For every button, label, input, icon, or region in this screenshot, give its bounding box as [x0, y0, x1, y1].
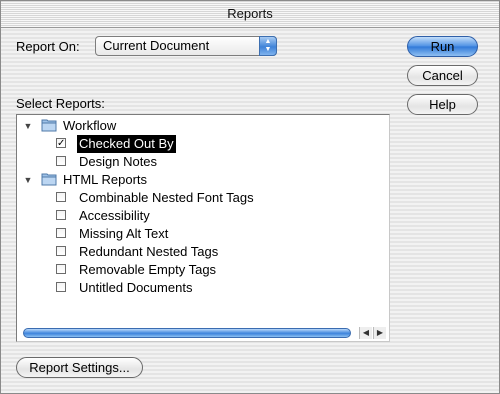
up-down-arrows-icon: ▲ ▼ [259, 36, 277, 56]
checkbox[interactable] [56, 264, 66, 274]
tree-group-workflow[interactable]: ▼ Workflow [17, 117, 389, 135]
checkbox[interactable] [56, 192, 66, 202]
scrollbar-thumb[interactable] [23, 328, 351, 338]
tree-group-label: HTML Reports [63, 172, 148, 187]
tree-item-untitled-documents[interactable]: Untitled Documents [17, 279, 389, 297]
folder-icon [41, 118, 57, 132]
scroll-left-arrow-icon[interactable]: ◀ [359, 327, 372, 339]
report-on-value: Current Document [103, 38, 210, 53]
checkbox-checked[interactable]: ✓ [56, 138, 66, 149]
disclosure-triangle-open-icon[interactable]: ▼ [23, 117, 33, 135]
tree-item-label: Redundant Nested Tags [79, 244, 219, 259]
checkbox[interactable] [56, 156, 66, 166]
cancel-button[interactable]: Cancel [407, 65, 478, 86]
scroll-right-arrow-icon[interactable]: ▶ [373, 327, 386, 339]
report-settings-button[interactable]: Report Settings... [16, 357, 143, 378]
report-on-label: Report On: [16, 39, 80, 54]
folder-icon [41, 172, 57, 186]
tree-item-removable-empty-tags[interactable]: Removable Empty Tags [17, 261, 389, 279]
tree-item-label: Checked Out By [77, 135, 176, 153]
tree-group-label: Workflow [63, 118, 117, 133]
tree-item-label: Missing Alt Text [79, 226, 169, 241]
checkbox[interactable] [56, 228, 66, 238]
help-button[interactable]: Help [407, 94, 478, 115]
tree-item-missing-alt-text[interactable]: Missing Alt Text [17, 225, 389, 243]
tree-item-label: Untitled Documents [79, 280, 193, 295]
tree-item-redundant-nested-tags[interactable]: Redundant Nested Tags [17, 243, 389, 261]
checkbox[interactable] [56, 282, 66, 292]
reports-tree[interactable]: ▼ Workflow ✓ Checked Out By Design Notes… [16, 114, 390, 342]
tree-item-label: Combinable Nested Font Tags [79, 190, 254, 205]
tree-item-accessibility[interactable]: Accessibility [17, 207, 389, 225]
tree-item-label: Design Notes [79, 154, 158, 169]
tree-item-label: Removable Empty Tags [79, 262, 217, 277]
tree-item-combinable-nested-font-tags[interactable]: Combinable Nested Font Tags [17, 189, 389, 207]
disclosure-triangle-open-icon[interactable]: ▼ [23, 171, 33, 189]
window-title: Reports [1, 1, 499, 28]
tree-item-checked-out-by[interactable]: ✓ Checked Out By [17, 135, 389, 153]
tree-item-design-notes[interactable]: Design Notes [17, 153, 389, 171]
checkbox[interactable] [56, 246, 66, 256]
reports-dialog: Reports Report On: Current Document ▲ ▼ R… [0, 0, 500, 394]
run-button[interactable]: Run [407, 36, 478, 57]
select-reports-label: Select Reports: [16, 96, 105, 111]
tree-group-html-reports[interactable]: ▼ HTML Reports [17, 171, 389, 189]
report-on-popup[interactable]: Current Document ▲ ▼ [95, 36, 277, 56]
tree-item-label: Accessibility [79, 208, 150, 223]
checkbox[interactable] [56, 210, 66, 220]
horizontal-scrollbar[interactable]: ◀ ▶ [19, 327, 387, 339]
